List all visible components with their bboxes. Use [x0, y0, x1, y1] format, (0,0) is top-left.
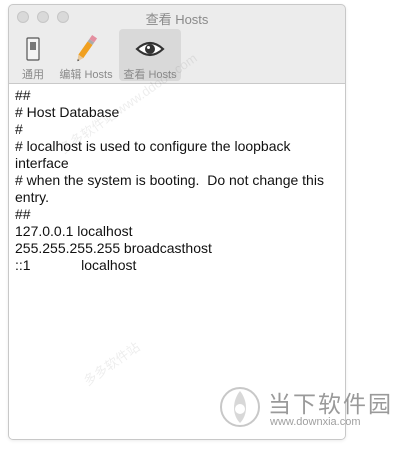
logo-url: www.downxia.com — [270, 416, 361, 428]
minimize-button[interactable] — [37, 11, 49, 23]
logo-icon — [220, 387, 260, 427]
hosts-window: 查看 Hosts 通用 编辑 Hosts 查看 Hosts 多多软件站 www.… — [8, 4, 346, 440]
eye-icon — [135, 41, 165, 57]
pencil-icon — [77, 34, 98, 62]
watermark-bottom: 多多软件站 — [80, 339, 143, 389]
close-button[interactable] — [17, 11, 29, 23]
tab-edit-hosts[interactable]: 编辑 Hosts — [55, 29, 117, 81]
downxia-logo: 当下软件园 www.downxia.com — [218, 383, 398, 433]
zoom-button[interactable] — [57, 11, 69, 23]
window-title: 查看 Hosts — [145, 12, 209, 27]
tab-edit-hosts-label: 编辑 Hosts — [59, 69, 113, 81]
tab-general-label: 通用 — [22, 69, 44, 81]
switch-icon — [26, 37, 40, 61]
tab-general[interactable]: 通用 — [13, 29, 53, 81]
title-bar: 查看 Hosts — [9, 5, 345, 27]
hosts-text[interactable]: ## # Host Database # # localhost is used… — [15, 87, 337, 274]
logo-name: 当下软件园 — [268, 391, 393, 417]
